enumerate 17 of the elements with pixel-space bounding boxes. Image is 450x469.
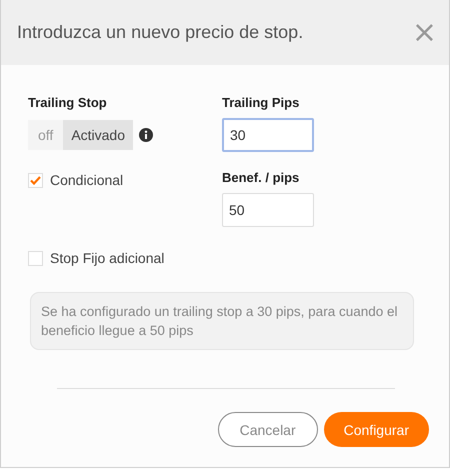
checkbox[interactable]: Condicional (28, 172, 222, 188)
input-field[interactable]: 30 (222, 118, 314, 152)
checkbox-box[interactable] (28, 172, 43, 188)
checkbox-label: Stop Fijo adicional (50, 250, 164, 266)
checkbox[interactable]: Stop Fijo adicional (28, 250, 222, 266)
field-label: Trailing Stop (28, 95, 108, 110)
dialog-title: Introduzca un nuevo precio de stop. (17, 22, 304, 43)
check-icon (30, 176, 41, 184)
checkbox-box[interactable] (28, 250, 43, 266)
field-label: Trailing Pips (222, 95, 300, 110)
field-label: Benef. / pips (222, 170, 300, 185)
summary-text: Se ha configurado un trailing stop a 30 pips, para cuando el beneficio llegue a 50 pips (30, 292, 414, 350)
cancel-button[interactable]: Cancelar (218, 412, 318, 447)
checkbox-label: Condicional (50, 172, 124, 188)
input-field[interactable]: 50 (222, 193, 314, 227)
info-icon[interactable] (139, 128, 154, 142)
toggle-option[interactable]: Activado (63, 120, 134, 150)
